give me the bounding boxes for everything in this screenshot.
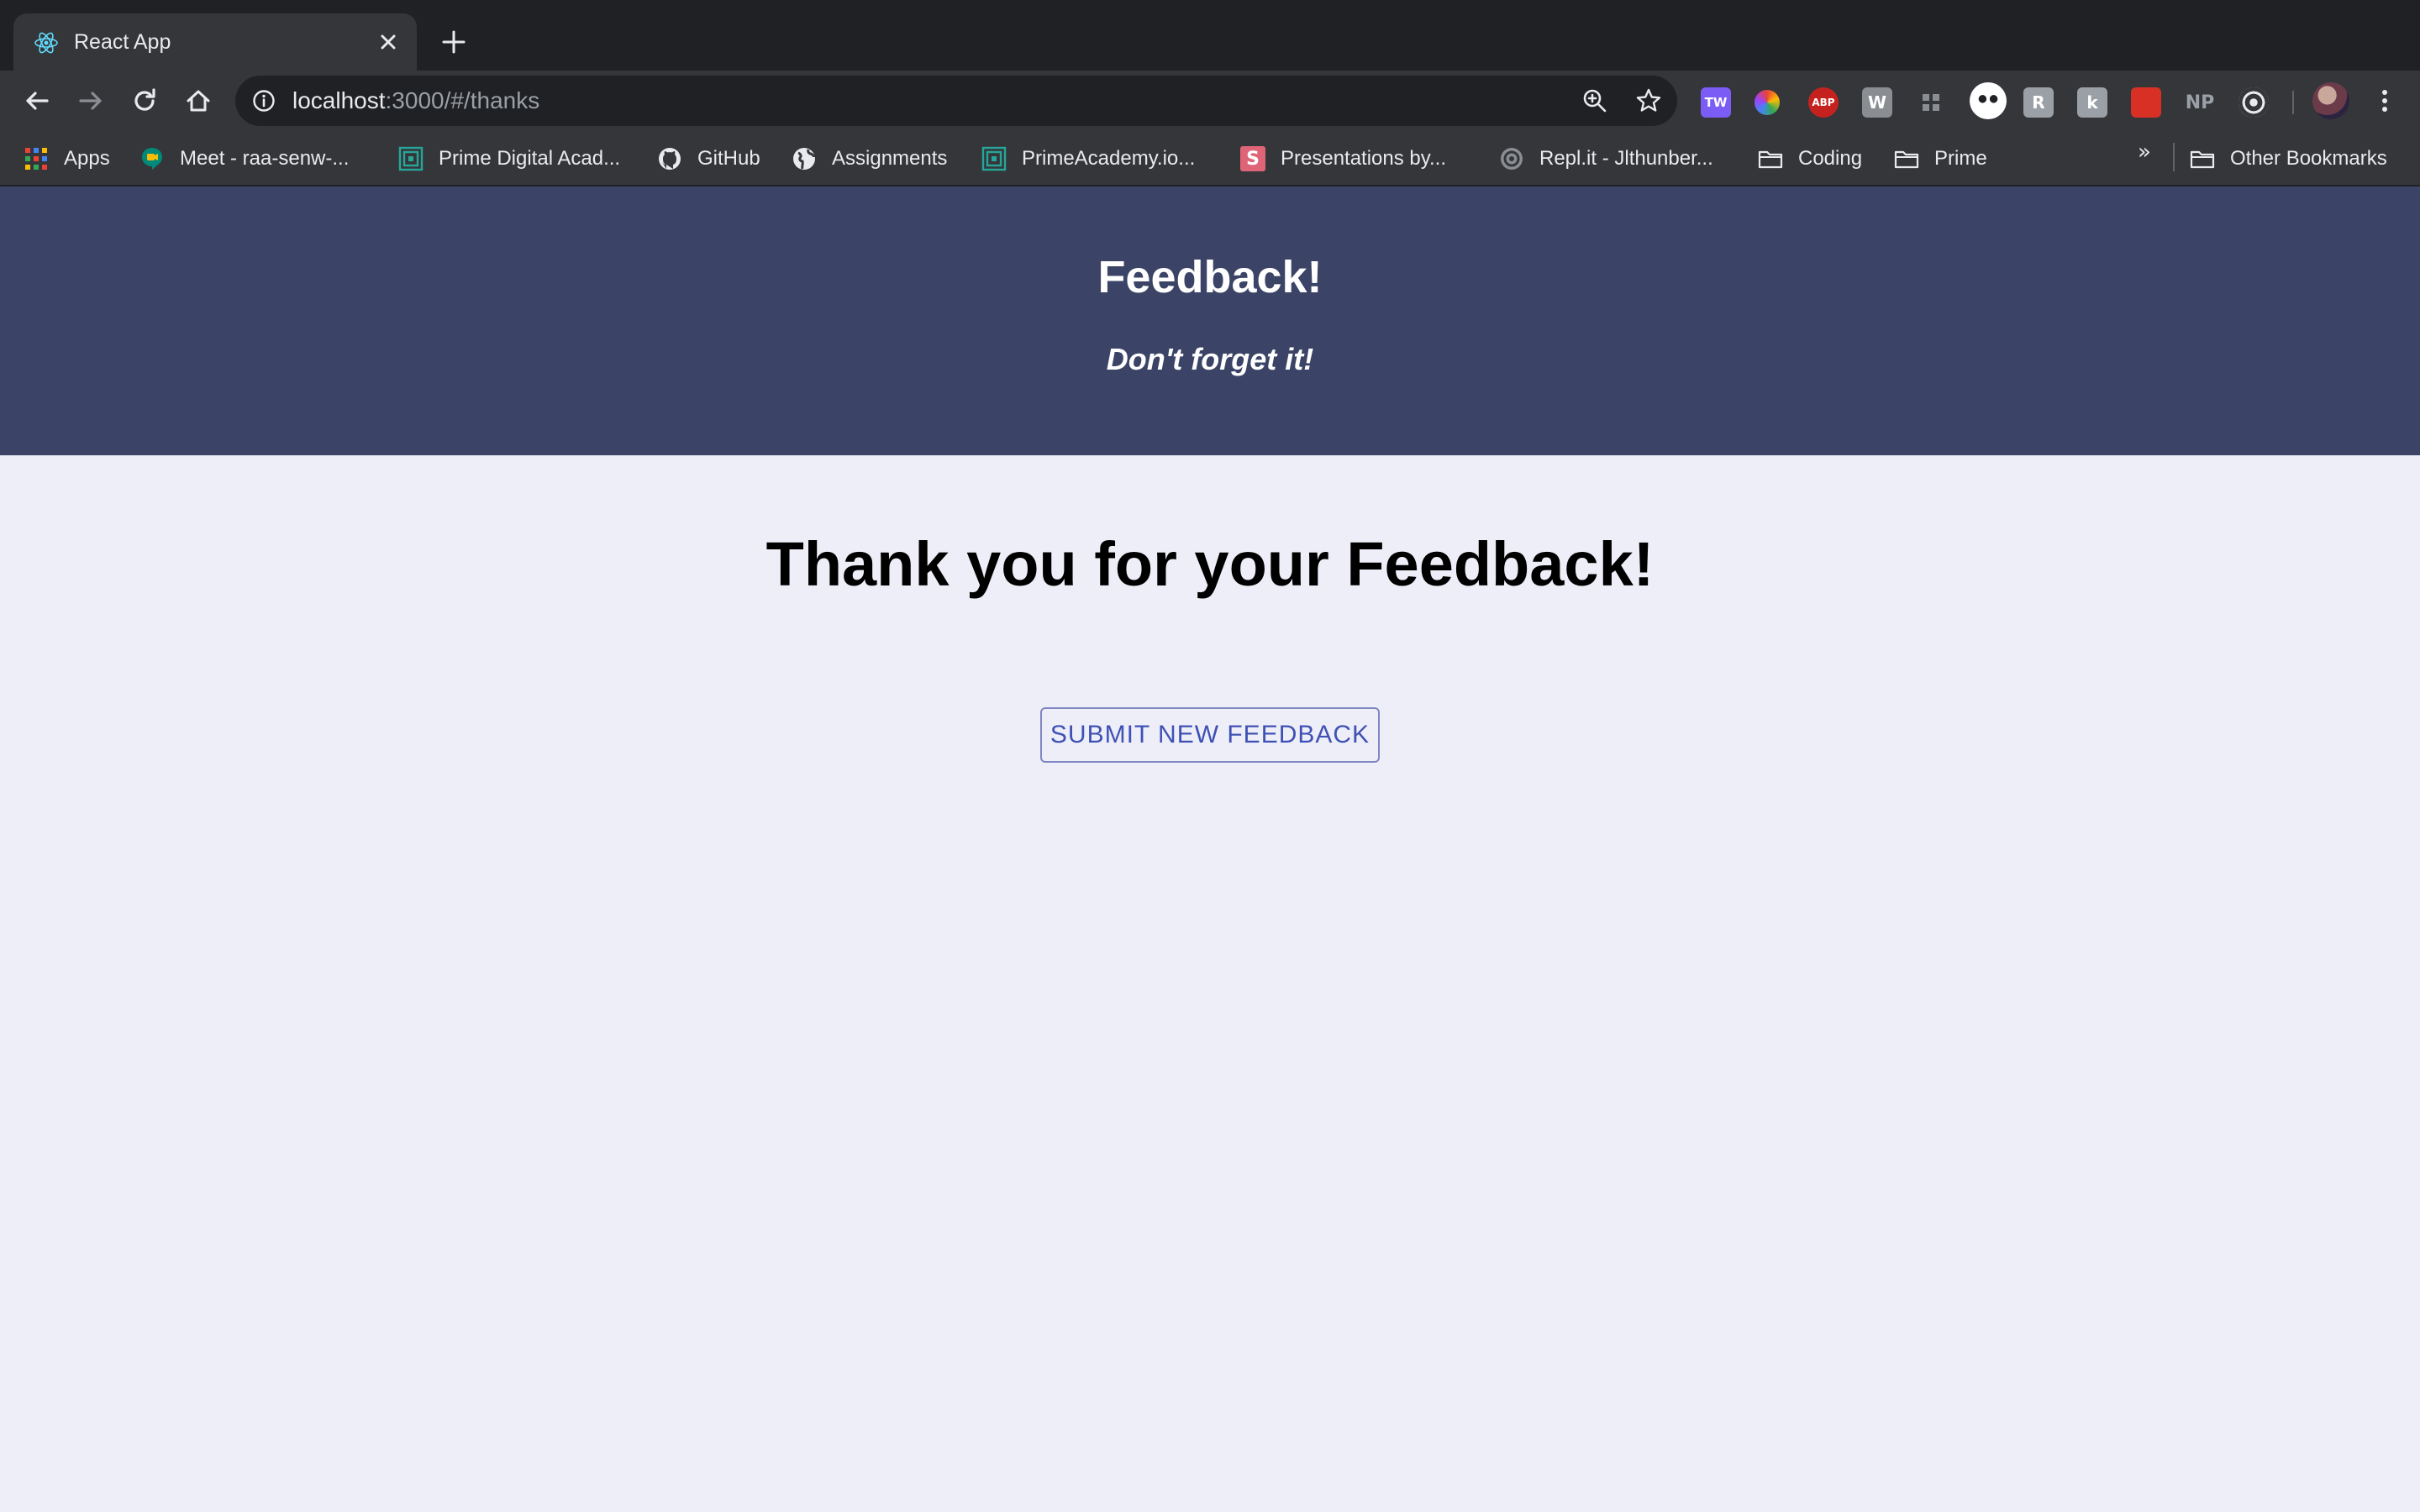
url-host: localhost [292, 87, 386, 113]
more-bookmarks-chevron[interactable]: » [2138, 139, 2151, 165]
bookmark-assignments[interactable]: Assignments [792, 144, 947, 173]
adblock-plus-icon[interactable]: ABP [1808, 87, 1839, 118]
grid-extension-icon[interactable] [1916, 87, 1946, 118]
tw-extension-icon[interactable]: TW [1701, 87, 1731, 118]
extension-badge-text: TW [1704, 95, 1728, 110]
apps-grid-icon [25, 148, 47, 170]
profile-avatar[interactable] [2312, 82, 2349, 119]
bookmark-folder-prime[interactable]: Prime [1894, 144, 1987, 173]
zoom-icon[interactable] [1581, 87, 1608, 114]
thank-you-heading: Thank you for your Feedback! [765, 529, 1655, 599]
bookmark-label: Repl.it - Jlthunber... [1539, 147, 1713, 170]
reload-icon[interactable] [128, 84, 161, 118]
target-extension-icon[interactable] [2238, 87, 2269, 118]
url-text: localhost:3000/#/thanks [292, 87, 539, 114]
bookmark-label: Coding [1798, 147, 1863, 170]
bookmarks-bar: Apps Meet - raa-senw-... Prime Digital A… [0, 131, 2420, 186]
submit-new-feedback-button[interactable]: SUBMIT NEW FEEDBACK [1040, 707, 1380, 763]
folder-icon [1894, 150, 1919, 169]
prime-icon [398, 146, 424, 171]
browser-toolbar: localhost:3000/#/thanks TW ABP W Rk NP [0, 71, 2420, 131]
bookmark-label: Other Bookmarks [2230, 147, 2387, 170]
red-extension-icon[interactable] [2131, 87, 2161, 118]
app-header: Feedback! Don't forget it! [0, 186, 2420, 455]
folder-icon [2190, 150, 2215, 169]
app-subtitle: Don't forget it! [1106, 342, 1314, 376]
extension-badge-text: k [2086, 92, 2098, 113]
extension-badge-text: R [2032, 92, 2045, 113]
w-extension-icon[interactable]: W [1862, 87, 1892, 118]
slides-icon: S [1240, 146, 1265, 171]
bookmark-label: PrimeAcademy.io... [1022, 147, 1196, 170]
browser-tab-strip: React App [0, 0, 2420, 71]
close-icon[interactable] [375, 29, 402, 55]
menu-kebab-icon[interactable] [2370, 86, 2400, 116]
bookmark-label: GitHub [697, 147, 760, 170]
bookmark-replit[interactable]: Repl.it - Jlthunber... [1499, 144, 1713, 173]
bookmark-label: Apps [64, 147, 110, 170]
react-icon [34, 32, 58, 54]
color-wheel-extension-icon[interactable] [1754, 90, 1780, 115]
address-bar[interactable]: localhost:3000/#/thanks [235, 76, 1677, 126]
new-tab-plus-icon[interactable] [437, 25, 471, 59]
bookmark-label: Presentations by... [1281, 147, 1446, 170]
prime-icon [981, 146, 1007, 171]
bookmark-other-bookmarks[interactable]: Other Bookmarks [2190, 144, 2387, 173]
globe-icon [793, 148, 816, 170]
google-meet-icon [142, 148, 162, 170]
toolbar-divider [2292, 91, 2294, 114]
face-extension-icon[interactable] [1970, 82, 2007, 119]
back-arrow-icon[interactable] [20, 84, 54, 118]
bookmark-apps[interactable]: Apps [24, 144, 110, 173]
k-extension-icon[interactable]: k [2077, 87, 2107, 118]
tab-title: React App [74, 30, 171, 54]
home-icon[interactable] [182, 84, 215, 118]
bookmark-meet[interactable]: Meet - raa-senw-... [139, 144, 349, 173]
extension-badge-text: W [1867, 92, 1887, 113]
bookmark-folder-coding[interactable]: Coding [1758, 144, 1862, 173]
replit-icon [1501, 148, 1523, 170]
folder-icon [1758, 150, 1783, 169]
forward-arrow-icon[interactable] [74, 84, 108, 118]
app-title: Feedback! [1097, 252, 1323, 302]
url-path: :3000/#/thanks [385, 87, 540, 113]
bookmark-label: Prime [1934, 147, 1987, 170]
github-icon [659, 148, 681, 170]
bookmarks-divider [2173, 143, 2175, 171]
bookmark-primeacademy[interactable]: PrimeAcademy.io... [981, 144, 1195, 173]
info-icon[interactable] [252, 89, 276, 113]
bookmark-star-icon[interactable] [1635, 87, 1662, 114]
bookmark-presentations[interactable]: S Presentations by... [1240, 144, 1446, 173]
extension-badge-text: NP [2185, 92, 2215, 113]
bookmark-label: Meet - raa-senw-... [180, 147, 350, 170]
bookmark-prime-digital[interactable]: Prime Digital Acad... [398, 144, 620, 173]
bookmark-label: Assignments [832, 147, 948, 170]
np-extension-icon[interactable]: NP [2185, 87, 2215, 118]
bookmark-github[interactable]: GitHub [657, 144, 760, 173]
browser-tab[interactable]: React App [13, 13, 417, 71]
r-extension-icon[interactable]: R [2023, 87, 2054, 118]
extension-badge-text: ABP [1812, 97, 1835, 108]
bookmark-label: Prime Digital Acad... [439, 147, 621, 170]
